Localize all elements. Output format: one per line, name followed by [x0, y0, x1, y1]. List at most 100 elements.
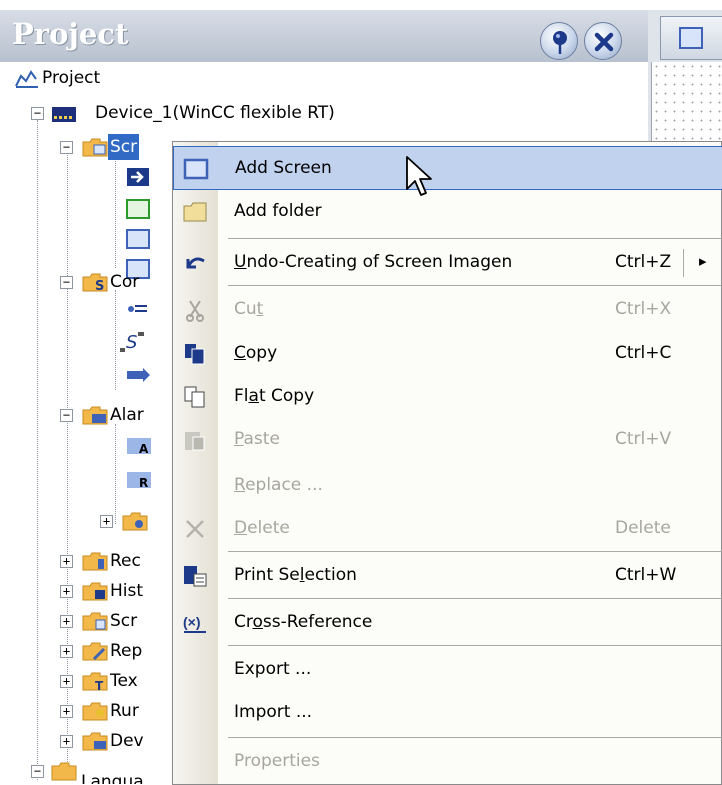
alarms-folder-icon	[82, 406, 108, 425]
tree-label: Scr	[110, 611, 138, 631]
menu-item-flat-copy[interactable]: Flat Copy	[173, 375, 722, 419]
tree-label: Rur	[110, 701, 139, 721]
pin-button[interactable]	[540, 22, 578, 60]
start-screen-icon[interactable]	[125, 166, 151, 188]
screens-folder-icon	[82, 138, 108, 157]
expand-toggle[interactable]: +	[60, 735, 73, 748]
menu-item-label: Replace ...	[234, 475, 323, 495]
menu-item-paste[interactable]: Paste Ctrl+V	[173, 418, 722, 462]
expand-toggle[interactable]: +	[60, 705, 73, 718]
device-icon	[52, 107, 76, 122]
tree-label: Tex	[110, 671, 138, 691]
close-button[interactable]	[584, 22, 622, 60]
menu-item-shortcut: Ctrl+W	[615, 565, 677, 585]
tree-item-language-settings[interactable]: − Langua	[31, 758, 172, 784]
menu-item-add-folder[interactable]: Add folder	[173, 190, 722, 234]
menu-item-shortcut: Ctrl+X	[615, 299, 672, 319]
tree-item-text-graphic-lists[interactable]: + T Tex	[60, 668, 172, 694]
menu-item-label: Paste	[234, 429, 280, 449]
reports-folder-icon	[82, 642, 108, 661]
tree-item-scripts[interactable]: + Scr	[60, 608, 172, 634]
tags-icon[interactable]	[125, 300, 151, 322]
screen-item-icon[interactable]	[125, 198, 151, 220]
tree-item-reports[interactable]: + Rep	[60, 638, 172, 664]
menu-item-undo[interactable]: Undo-Creating of Screen Imagen Ctrl+Z ▸	[173, 241, 722, 285]
print-icon	[184, 566, 207, 587]
communication-folder-icon: S	[82, 273, 108, 293]
menu-item-cut[interactable]: Cut Ctrl+X	[173, 288, 722, 332]
tree-item-historical-data[interactable]: + Hist	[60, 578, 172, 604]
menu-item-copy[interactable]: Copy Ctrl+C	[173, 332, 722, 376]
project-panel-titlebar: Project	[0, 10, 648, 62]
screen-icon	[183, 158, 209, 180]
cut-icon	[186, 300, 204, 322]
connections-icon[interactable]: S	[118, 328, 148, 354]
flat-copy-icon	[184, 386, 205, 408]
expand-toggle[interactable]: +	[60, 555, 73, 568]
menu-item-label: Properties	[234, 751, 320, 771]
expand-toggle[interactable]: +	[60, 675, 73, 688]
menu-item-label: Cross-Reference	[234, 612, 373, 632]
collapse-toggle[interactable]: −	[60, 276, 73, 289]
analog-alarms-icon[interactable]: A	[125, 434, 155, 458]
screen-canvas[interactable]	[651, 62, 722, 152]
menu-item-delete[interactable]: Delete Delete	[173, 507, 722, 551]
expand-toggle[interactable]: +	[100, 515, 113, 528]
tree-item-device-settings[interactable]: + Dev	[60, 728, 172, 754]
menu-item-label: Print Selection	[234, 565, 357, 585]
tree-label: Alar	[110, 405, 144, 425]
menu-item-cross-reference[interactable]: (×) Cross-Reference	[173, 601, 722, 645]
screen-item-icon[interactable]	[125, 228, 151, 250]
tree-label: Project	[42, 68, 101, 88]
device-settings-folder-icon	[82, 732, 108, 751]
expand-toggle[interactable]: +	[60, 645, 73, 658]
svg-text:R: R	[139, 476, 148, 490]
editor-tab[interactable]	[660, 16, 722, 60]
menu-item-properties[interactable]: Properties	[173, 740, 722, 784]
expand-toggle[interactable]: +	[60, 585, 73, 598]
collapse-toggle[interactable]: −	[60, 409, 73, 422]
tree-label: Rec	[110, 551, 141, 571]
tree-item-device[interactable]: − Device_1(WinCC flexible RT)	[31, 100, 431, 126]
tree-label: Langua	[81, 772, 144, 784]
tree-item-recipes[interactable]: + Rec	[60, 548, 172, 574]
undo-icon	[186, 257, 205, 269]
collapse-toggle[interactable]: −	[31, 107, 44, 120]
tree-item-runtime-user-admin[interactable]: + Rur	[60, 698, 172, 724]
menu-item-label: Flat Copy	[234, 386, 315, 406]
menu-item-add-screen[interactable]: Add Screen	[173, 146, 722, 190]
tree-item-alarms[interactable]: − Alar	[60, 402, 172, 428]
menu-item-import[interactable]: Import ...	[173, 691, 722, 735]
historical-data-folder-icon	[82, 582, 108, 601]
menu-item-export[interactable]: Export ...	[173, 648, 722, 692]
menu-separator	[228, 551, 722, 552]
tree-label: Scr	[108, 134, 140, 160]
tree-label: Hist	[110, 581, 144, 601]
menu-separator	[228, 645, 722, 646]
svg-text:T: T	[95, 679, 104, 692]
tree-item-alarm-settings[interactable]: +	[100, 508, 172, 534]
menu-item-label: Cut	[234, 299, 264, 319]
recipes-folder-icon	[82, 552, 108, 571]
expand-toggle[interactable]: +	[60, 615, 73, 628]
tree-guide	[115, 290, 116, 390]
alarm-settings-folder-icon	[122, 512, 148, 531]
screen-tab-icon	[679, 27, 703, 49]
tree-label: Cor	[110, 272, 140, 292]
menu-item-replace[interactable]: Replace ...	[173, 464, 722, 508]
mouse-cursor-icon	[406, 156, 432, 196]
menu-item-print-selection[interactable]: Print Selection Ctrl+W	[173, 554, 722, 598]
panel-title: Project	[12, 17, 129, 51]
collapse-toggle[interactable]: −	[31, 765, 44, 778]
menu-separator	[228, 598, 722, 599]
collapse-toggle[interactable]: −	[60, 141, 73, 154]
menu-item-label: Import ...	[234, 702, 313, 722]
cycles-icon[interactable]	[125, 364, 151, 386]
discrete-alarms-icon[interactable]: R	[125, 468, 155, 492]
copy-icon	[185, 344, 205, 365]
tree-label: Device_1(WinCC flexible RT)	[95, 103, 335, 123]
tree-item-project[interactable]: Project	[14, 65, 314, 91]
tree-item-communication[interactable]: − S Cor	[60, 269, 172, 295]
folder-icon	[183, 202, 207, 222]
pin-icon	[553, 31, 567, 54]
